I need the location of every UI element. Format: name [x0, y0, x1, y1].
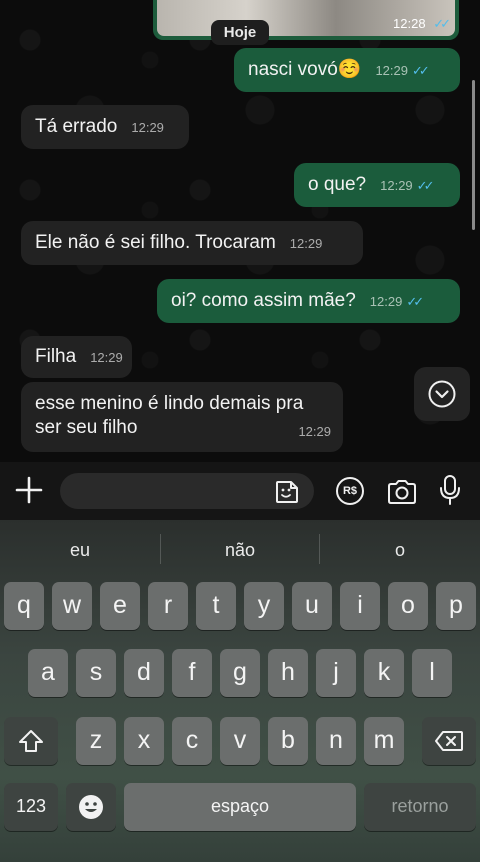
message-bubble-in[interactable]: Filha 12:29 — [21, 336, 132, 378]
backspace-icon — [435, 731, 463, 751]
suggestion-2[interactable]: não — [160, 532, 320, 568]
key-u[interactable]: u — [292, 582, 332, 630]
message-time: 12:29 — [289, 236, 323, 251]
key-j[interactable]: j — [316, 649, 356, 697]
key-b[interactable]: b — [268, 717, 308, 765]
scrollbar[interactable] — [472, 80, 475, 230]
key-q[interactable]: q — [4, 582, 44, 630]
image-message[interactable]: 12:28 ✓✓ — [153, 0, 459, 40]
message-text: oi? como assim mãe? — [171, 290, 356, 311]
message-text: o que? — [308, 174, 367, 195]
scroll-to-bottom-button[interactable] — [414, 367, 470, 421]
payment-icon[interactable]: R$ — [336, 477, 364, 505]
read-ticks-icon: ✓✓ — [411, 63, 430, 78]
sticker-icon[interactable] — [274, 479, 300, 505]
message-time: 12:29 — [369, 294, 403, 309]
message-time: 12:29 — [90, 350, 123, 365]
key-y[interactable]: y — [244, 582, 284, 630]
key-t[interactable]: t — [196, 582, 236, 630]
message-time: 12:28 — [393, 16, 426, 31]
backspace-key[interactable] — [422, 717, 476, 765]
message-bubble-out[interactable]: nasci vovó☺️ 12:29 ✓✓ — [234, 48, 460, 92]
key-c[interactable]: c — [172, 717, 212, 765]
keyboard: eu não o q w e r t y u i o p a s d f g h… — [0, 520, 480, 862]
message-bubble-in[interactable]: Ele não é sei filho. Trocaram 12:29 — [21, 221, 363, 265]
key-m[interactable]: m — [364, 717, 404, 765]
key-f[interactable]: f — [172, 649, 212, 697]
emoji-icon — [79, 795, 103, 819]
read-ticks-icon: ✓✓ — [416, 178, 435, 193]
key-d[interactable]: d — [124, 649, 164, 697]
message-bubble-in[interactable]: esse menino é lindo demais pra ser seu f… — [21, 382, 343, 452]
key-r[interactable]: r — [148, 582, 188, 630]
key-z[interactable]: z — [76, 717, 116, 765]
shift-arrow-icon — [19, 730, 43, 752]
key-a[interactable]: a — [28, 649, 68, 697]
key-w[interactable]: w — [52, 582, 92, 630]
suggestion-3[interactable]: o — [320, 532, 480, 568]
plus-icon[interactable] — [14, 475, 44, 505]
message-time: 12:29 — [375, 63, 408, 78]
message-text: Tá errado — [35, 116, 118, 137]
message-time: 12:29 — [298, 424, 331, 439]
image-message-meta: 12:28 ✓✓ — [393, 16, 451, 32]
camera-icon[interactable] — [386, 478, 418, 506]
message-bubble-out[interactable]: o que? 12:29 ✓✓ — [294, 163, 460, 207]
message-text: nasci vovó☺️ — [248, 59, 362, 80]
key-i[interactable]: i — [340, 582, 380, 630]
message-bubble-in[interactable]: Tá errado 12:29 — [21, 105, 189, 149]
key-p[interactable]: p — [436, 582, 476, 630]
microphone-icon[interactable] — [438, 474, 462, 506]
message-text: Filha — [35, 346, 77, 367]
suggestion-1[interactable]: eu — [0, 532, 160, 568]
chevron-down-icon — [428, 380, 456, 408]
message-text: Ele não é sei filho. Trocaram — [35, 232, 276, 253]
key-v[interactable]: v — [220, 717, 260, 765]
message-time: 12:29 — [380, 178, 413, 193]
read-ticks-icon: ✓✓ — [406, 294, 424, 309]
key-x[interactable]: x — [124, 717, 164, 765]
key-g[interactable]: g — [220, 649, 260, 697]
read-ticks-icon: ✓✓ — [433, 16, 451, 31]
space-key[interactable]: espaço — [124, 783, 356, 831]
chat-area[interactable]: 12:28 ✓✓ Hoje nasci vovó☺️ 12:29 ✓✓ Tá err… — [0, 0, 480, 462]
key-h[interactable]: h — [268, 649, 308, 697]
message-text: esse menino é lindo demais pra ser seu f… — [35, 393, 304, 438]
payment-label: R$ — [342, 485, 358, 497]
date-chip: Hoje — [211, 20, 269, 45]
message-time: 12:29 — [131, 120, 164, 135]
message-bubble-out[interactable]: oi? como assim mãe? 12:29 ✓✓ — [157, 279, 460, 323]
emoji-key[interactable] — [66, 783, 116, 831]
numbers-key[interactable]: 123 — [4, 783, 58, 831]
key-o[interactable]: o — [388, 582, 428, 630]
key-l[interactable]: l — [412, 649, 452, 697]
key-s[interactable]: s — [76, 649, 116, 697]
return-key[interactable]: retorno — [364, 783, 476, 831]
shift-key[interactable] — [4, 717, 58, 765]
key-k[interactable]: k — [364, 649, 404, 697]
key-e[interactable]: e — [100, 582, 140, 630]
key-n[interactable]: n — [316, 717, 356, 765]
